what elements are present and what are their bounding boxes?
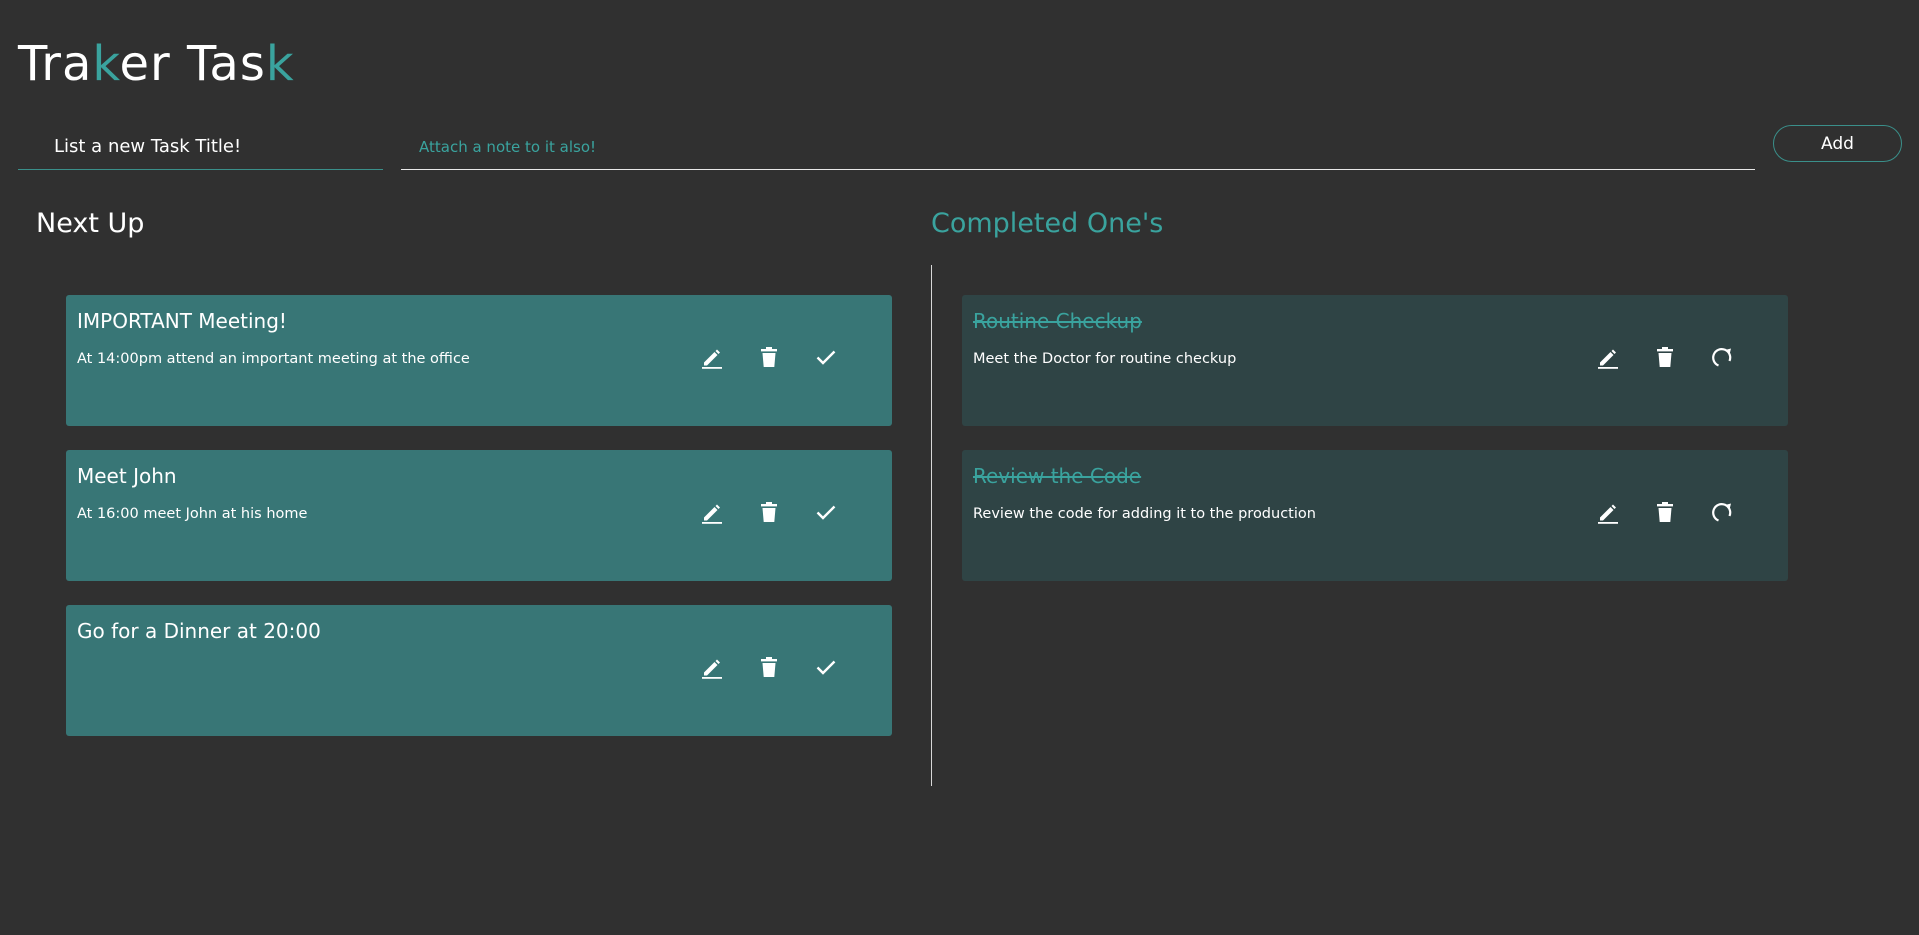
task-title: IMPORTANT Meeting! [77,309,287,333]
task-title: Routine Checkup [973,309,1142,333]
redo-icon[interactable] [1710,500,1734,524]
pencil-icon[interactable] [1596,345,1620,369]
trash-icon[interactable] [1653,500,1677,524]
task-actions [700,651,838,683]
completed-card: Review the Code Review the code for addi… [962,450,1788,581]
check-icon[interactable] [814,655,838,679]
check-icon[interactable] [814,500,838,524]
redo-icon[interactable] [1710,345,1734,369]
task-note: Meet the Doctor for routine checkup [973,351,1237,367]
app-root: Traker Task Add Next Up Completed One's … [0,0,1919,935]
trash-icon[interactable] [757,655,781,679]
add-task-button[interactable]: Add [1773,125,1902,162]
task-title: Go for a Dinner at 20:00 [77,619,321,643]
title-part-accent: k [92,36,120,92]
pencil-icon[interactable] [700,500,724,524]
task-note-input[interactable] [401,124,1755,170]
task-title: Review the Code [973,464,1142,488]
task-title: Meet John [77,464,177,488]
task-note: Review the code for adding it to the pro… [973,506,1316,522]
task-actions [1596,496,1734,528]
title-part: Tra [18,36,93,92]
trash-icon[interactable] [1653,345,1677,369]
task-note: At 16:00 meet John at his home [77,506,308,522]
task-actions [700,496,838,528]
trash-icon[interactable] [757,500,781,524]
task-title-input[interactable] [18,124,383,170]
completed-heading: Completed One's [931,208,1164,239]
trash-icon[interactable] [757,345,781,369]
completed-list: Routine Checkup Meet the Doctor for rout… [962,295,1788,605]
pencil-icon[interactable] [1596,500,1620,524]
title-part: er Tas [119,36,266,92]
app-title: Traker Task [18,34,295,94]
completed-card: Routine Checkup Meet the Doctor for rout… [962,295,1788,426]
task-card: IMPORTANT Meeting! At 14:00pm attend an … [66,295,892,426]
task-actions [1596,341,1734,373]
task-note: At 14:00pm attend an important meeting a… [77,351,470,367]
column-divider [931,265,932,786]
check-icon[interactable] [814,345,838,369]
pencil-icon[interactable] [700,345,724,369]
task-actions [700,341,838,373]
title-part-accent: k [265,36,295,92]
pencil-icon[interactable] [700,655,724,679]
next-up-heading: Next Up [36,208,145,239]
task-card: Meet John At 16:00 meet John at his home [66,450,892,581]
next-up-list: IMPORTANT Meeting! At 14:00pm attend an … [66,295,892,760]
task-card: Go for a Dinner at 20:00 [66,605,892,736]
